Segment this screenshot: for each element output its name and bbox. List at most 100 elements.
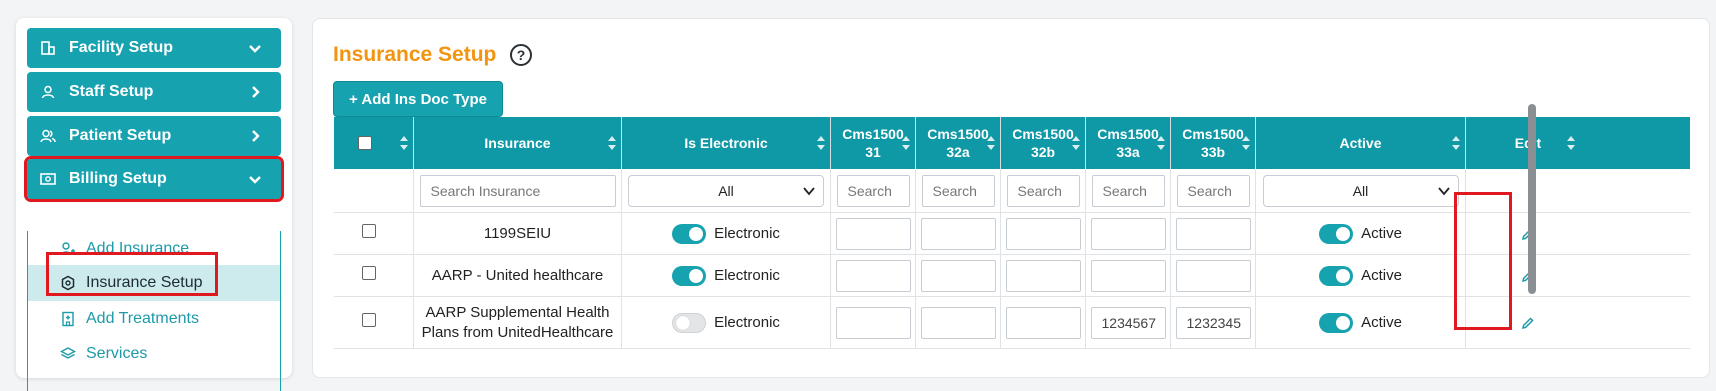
add-ins-doc-type-button[interactable]: + Add Ins Doc Type: [333, 81, 503, 117]
search-cms1500-32a-input[interactable]: Search: [921, 174, 995, 207]
chevron-right-icon: [252, 86, 260, 98]
electronic-cell: Electronic: [622, 255, 831, 296]
electronic-toggle[interactable]: [672, 312, 707, 333]
header-label: 33a: [1116, 144, 1140, 160]
cms-cell: 1234567: [1086, 297, 1171, 348]
insurance-name: AARP - United healthcare: [414, 255, 622, 296]
cms1500-32b-input[interactable]: [1005, 306, 1081, 339]
active-cell: Active: [1256, 297, 1466, 348]
search-insurance-input[interactable]: Search Insurance: [419, 174, 616, 207]
menu-billing-setup[interactable]: Billing Setup: [24, 156, 284, 202]
header-active[interactable]: Active: [1256, 117, 1466, 169]
sort-icon[interactable]: [986, 135, 996, 151]
cms1500-31-input[interactable]: [835, 217, 911, 250]
submenu-add-treatments[interactable]: Add Treatments: [28, 301, 280, 337]
table-scrollbar[interactable]: [1528, 104, 1536, 294]
cms-cell: [1171, 213, 1256, 254]
help-icon[interactable]: ?: [509, 43, 533, 67]
toggle-label: Electronic: [714, 313, 780, 331]
filter-empty: [334, 169, 414, 212]
chevron-down-icon: [249, 176, 261, 184]
filter-insurance-cell: Search Insurance: [414, 169, 622, 212]
submenu-services[interactable]: Services: [28, 336, 280, 372]
sort-icon[interactable]: [1071, 135, 1081, 151]
toggle-label: Active: [1361, 266, 1402, 284]
cms-cell: [916, 213, 1001, 254]
cms1500-32b-input[interactable]: [1005, 217, 1081, 250]
active-toggle[interactable]: [1319, 265, 1354, 286]
cms1500-31-input[interactable]: [835, 259, 911, 292]
select-value: All: [1352, 182, 1369, 199]
filter-c32a-cell: Search: [916, 169, 1001, 212]
row-select-cell: [334, 297, 414, 348]
search-cms1500-33b-input[interactable]: Search: [1176, 174, 1250, 207]
table-header: Insurance Is Electronic Cms1500 31 Cms15…: [334, 117, 1690, 169]
cms1500-32a-input[interactable]: [920, 259, 996, 292]
filter-c33b-cell: Search: [1171, 169, 1256, 212]
cms1500-33b-input[interactable]: [1175, 259, 1251, 292]
header-cms1500-32a[interactable]: Cms1500 32a: [916, 117, 1001, 169]
cms1500-33a-input[interactable]: [1090, 217, 1166, 250]
select-value: All: [718, 182, 734, 199]
active-toggle[interactable]: [1319, 223, 1354, 244]
filter-electronic-cell: All: [622, 169, 831, 212]
search-cms1500-33a-input[interactable]: Search: [1091, 174, 1165, 207]
submenu-label: Services: [86, 345, 148, 362]
pencil-icon[interactable]: [1521, 316, 1535, 330]
header-cms1500-31[interactable]: Cms1500 31: [831, 117, 916, 169]
header-insurance[interactable]: Insurance: [414, 117, 622, 169]
cms1500-32a-input[interactable]: [920, 217, 996, 250]
header-cms1500-33a[interactable]: Cms1500 33a: [1086, 117, 1171, 169]
active-toggle[interactable]: [1319, 312, 1354, 333]
row-checkbox[interactable]: [361, 312, 376, 327]
cms-cell: [1001, 213, 1086, 254]
menu-label: Facility Setup: [69, 39, 174, 56]
row-checkbox[interactable]: [361, 265, 376, 280]
filter-c32b-cell: Search: [1001, 169, 1086, 212]
cms1500-32a-input[interactable]: [920, 306, 996, 339]
toggle-label: Active: [1361, 313, 1402, 331]
sidebar: Facility Setup Staff Setup Patient Setup…: [16, 18, 292, 391]
menu-facility-setup[interactable]: Facility Setup: [27, 28, 281, 68]
menu-patient-setup[interactable]: Patient Setup: [27, 116, 281, 156]
filter-c31-cell: Search: [831, 169, 916, 212]
header-label: Cms1500: [927, 126, 989, 142]
header-label: 31: [865, 144, 881, 160]
electronic-toggle[interactable]: [672, 265, 707, 286]
sort-icon[interactable]: [1156, 135, 1166, 151]
users-icon: [39, 127, 57, 145]
sort-icon[interactable]: [607, 135, 617, 151]
clinic-icon: [60, 311, 76, 327]
cms-cell: [831, 255, 916, 296]
header-label: Is Electronic: [684, 135, 768, 151]
header-cms1500-33b[interactable]: Cms1500 33b: [1171, 117, 1256, 169]
menu-staff-setup[interactable]: Staff Setup: [27, 72, 281, 112]
header-select-all[interactable]: [334, 117, 414, 169]
electronic-filter-select[interactable]: All: [628, 174, 824, 207]
cms1500-33b-input[interactable]: 1232345: [1175, 306, 1251, 339]
cms1500-32b-input[interactable]: [1005, 259, 1081, 292]
electronic-toggle[interactable]: [672, 223, 707, 244]
toggle-label: Electronic: [714, 224, 780, 242]
page-title: Insurance Setup: [333, 43, 497, 66]
header-cms1500-32b[interactable]: Cms1500 32b: [1001, 117, 1086, 169]
header-is-electronic[interactable]: Is Electronic: [622, 117, 831, 169]
cms1500-33a-input[interactable]: [1090, 259, 1166, 292]
search-cms1500-32b-input[interactable]: Search: [1006, 174, 1080, 207]
sort-icon[interactable]: [1451, 135, 1461, 151]
layers-icon: [60, 346, 76, 362]
sort-icon[interactable]: [1566, 135, 1576, 151]
cms1500-31-input[interactable]: [835, 306, 911, 339]
cms1500-33b-input[interactable]: [1175, 217, 1251, 250]
sort-icon[interactable]: [816, 135, 826, 151]
active-filter-select[interactable]: All: [1262, 174, 1459, 207]
sort-icon[interactable]: [901, 135, 911, 151]
sort-icon[interactable]: [1241, 135, 1251, 151]
search-cms1500-31-input[interactable]: Search: [836, 174, 910, 207]
filter-active-cell: All: [1256, 169, 1466, 212]
cms1500-33a-input[interactable]: 1234567: [1090, 306, 1166, 339]
sort-icon[interactable]: [399, 135, 409, 151]
select-all-checkbox[interactable]: [357, 136, 372, 150]
row-checkbox[interactable]: [361, 223, 376, 238]
cms-cell: 1232345: [1171, 297, 1256, 348]
